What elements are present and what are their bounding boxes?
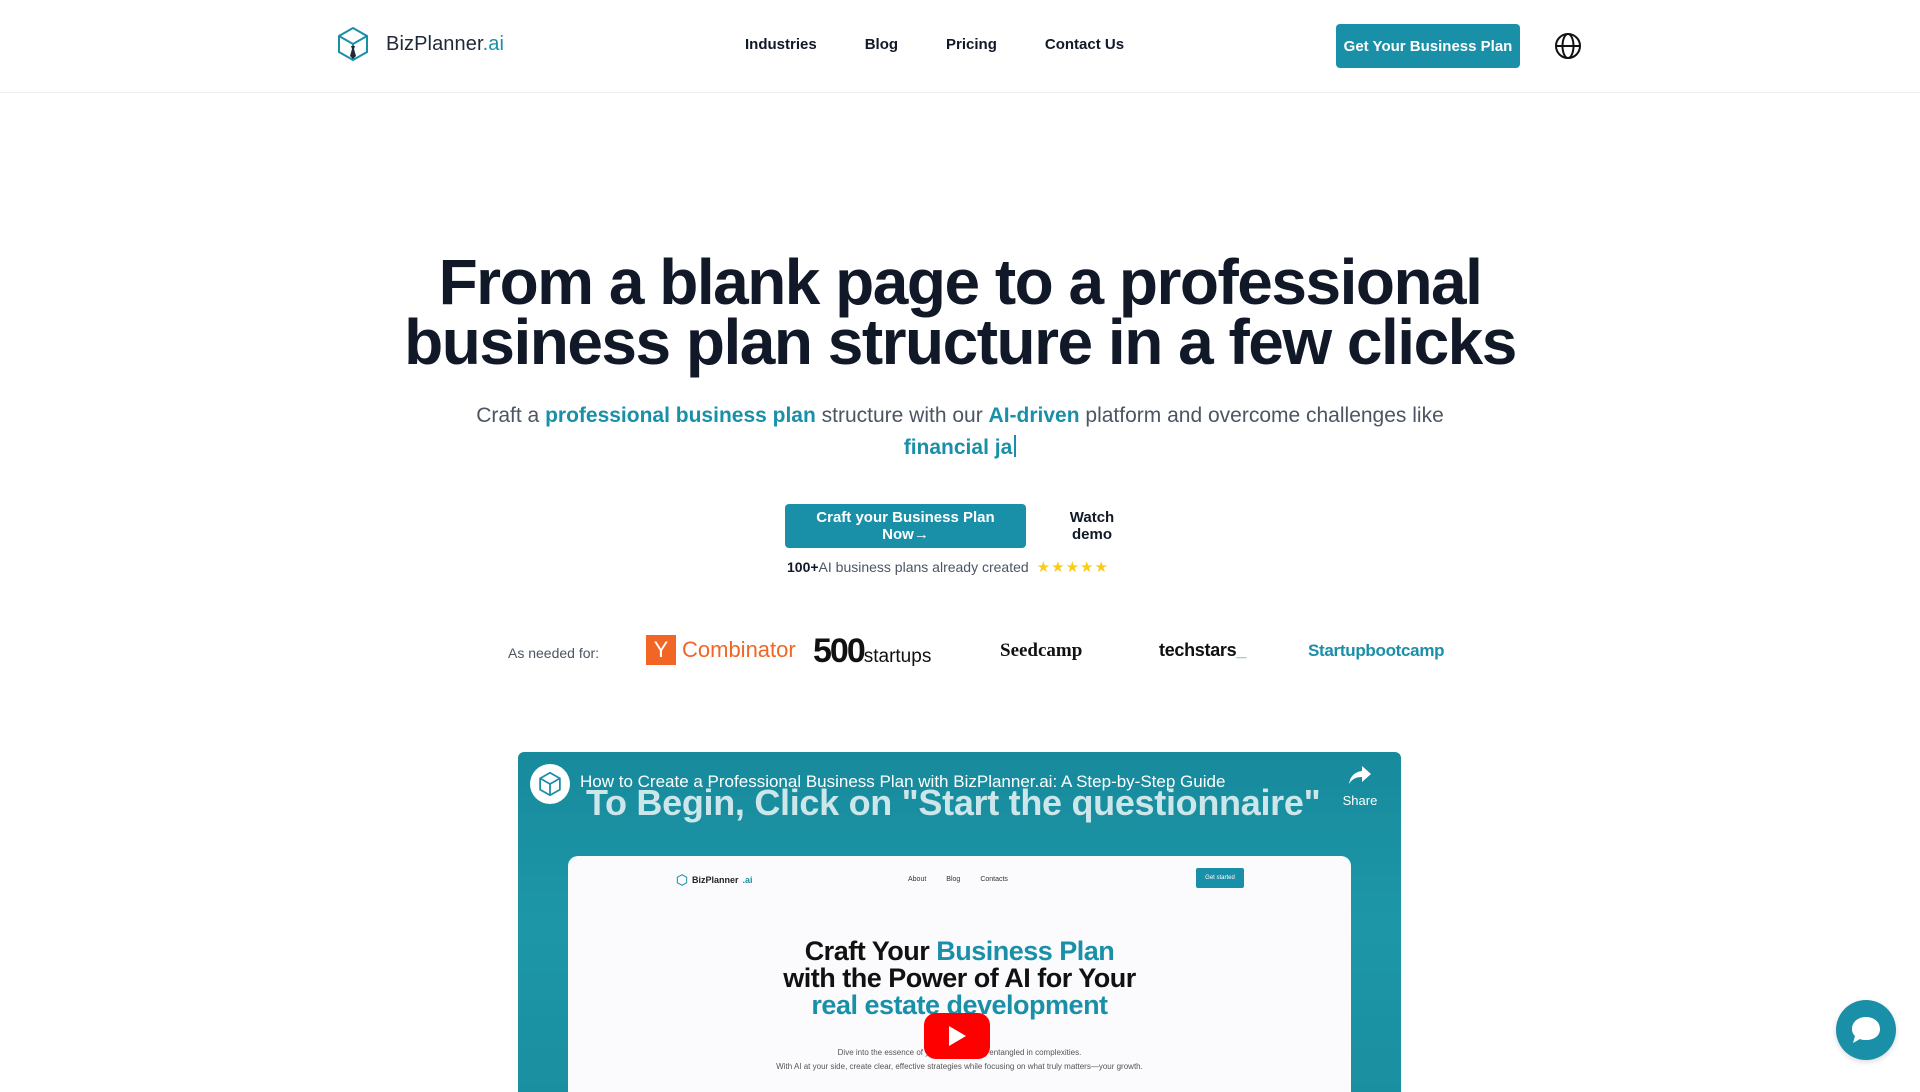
star-icon: ★ <box>1036 559 1052 576</box>
share-button[interactable]: Share <box>1336 764 1384 808</box>
brand-logo[interactable]: BizPlanner.ai <box>336 26 504 62</box>
y-combinator-logo: Y Combinator <box>646 635 796 665</box>
nav-pricing[interactable]: Pricing <box>946 36 997 53</box>
preview-headline: Craft Your Business Plan with the Power … <box>783 936 1136 1020</box>
main-nav: Industries Blog Pricing Contact Us <box>745 36 1124 53</box>
needed-for-label: As needed for: <box>508 645 600 661</box>
hero-title: From a blank page to a professional busi… <box>360 250 1560 374</box>
typing-cursor <box>1014 435 1017 457</box>
cube-logo-icon <box>676 874 688 886</box>
preview-logo: BizPlanner .ai <box>676 874 753 886</box>
techstars-logo: techstars _ <box>1159 640 1247 660</box>
500-startups-logo: 500 startups <box>813 632 932 670</box>
hero-subtitle: Craft a professional business plan struc… <box>476 404 1444 459</box>
nav-contact-us[interactable]: Contact Us <box>1045 36 1124 53</box>
site-header: BizPlanner.ai Industries Blog Pricing Co… <box>0 0 1920 93</box>
seedcamp-logo: Seedcamp <box>1000 640 1083 661</box>
globe-icon[interactable] <box>1554 32 1582 60</box>
play-button[interactable] <box>924 1013 990 1059</box>
share-arrow-icon <box>1349 766 1371 784</box>
social-proof: 100+ AI business plans already created ★… <box>787 558 1109 576</box>
star-icon: ★ <box>1051 559 1066 576</box>
startupbootcamp-logo: Startupbootcamp <box>1308 641 1445 660</box>
rating-stars: ★★★★★ <box>1037 558 1109 576</box>
chat-widget-button[interactable] <box>1836 1000 1896 1060</box>
preview-cta: Get started <box>1196 868 1244 888</box>
play-icon <box>949 1026 966 1046</box>
star-icon: ★ <box>1080 559 1095 576</box>
nav-blog[interactable]: Blog <box>865 36 898 53</box>
chat-bubble-icon <box>1852 1017 1880 1043</box>
plans-count: 100+ <box>787 559 819 575</box>
cube-logo-icon <box>539 771 561 797</box>
craft-plan-button[interactable]: Craft your Business Plan Now→ <box>785 504 1026 548</box>
video-title[interactable]: How to Create a Professional Business Pl… <box>580 772 1225 792</box>
hero-title-line-2: business plan structure in a few clicks <box>404 306 1517 378</box>
preview-nav: About Blog Contacts <box>908 876 1008 883</box>
typed-challenge-text: financial ja <box>903 436 1013 459</box>
channel-avatar[interactable] <box>530 764 570 804</box>
highlight-ai-driven: AI-driven <box>988 404 1080 427</box>
star-icon: ★ <box>1094 559 1109 576</box>
star-icon: ★ <box>1065 559 1081 576</box>
plans-text: AI business plans already created <box>818 559 1029 575</box>
cube-logo-icon <box>338 26 368 62</box>
watch-demo-button[interactable]: Watch demo <box>1044 504 1140 548</box>
highlight-professional-plan: professional business plan <box>545 404 816 427</box>
brand-name: BizPlanner.ai <box>386 32 505 55</box>
get-business-plan-button[interactable]: Get Your Business Plan <box>1336 24 1520 68</box>
nav-industries[interactable]: Industries <box>745 36 817 53</box>
